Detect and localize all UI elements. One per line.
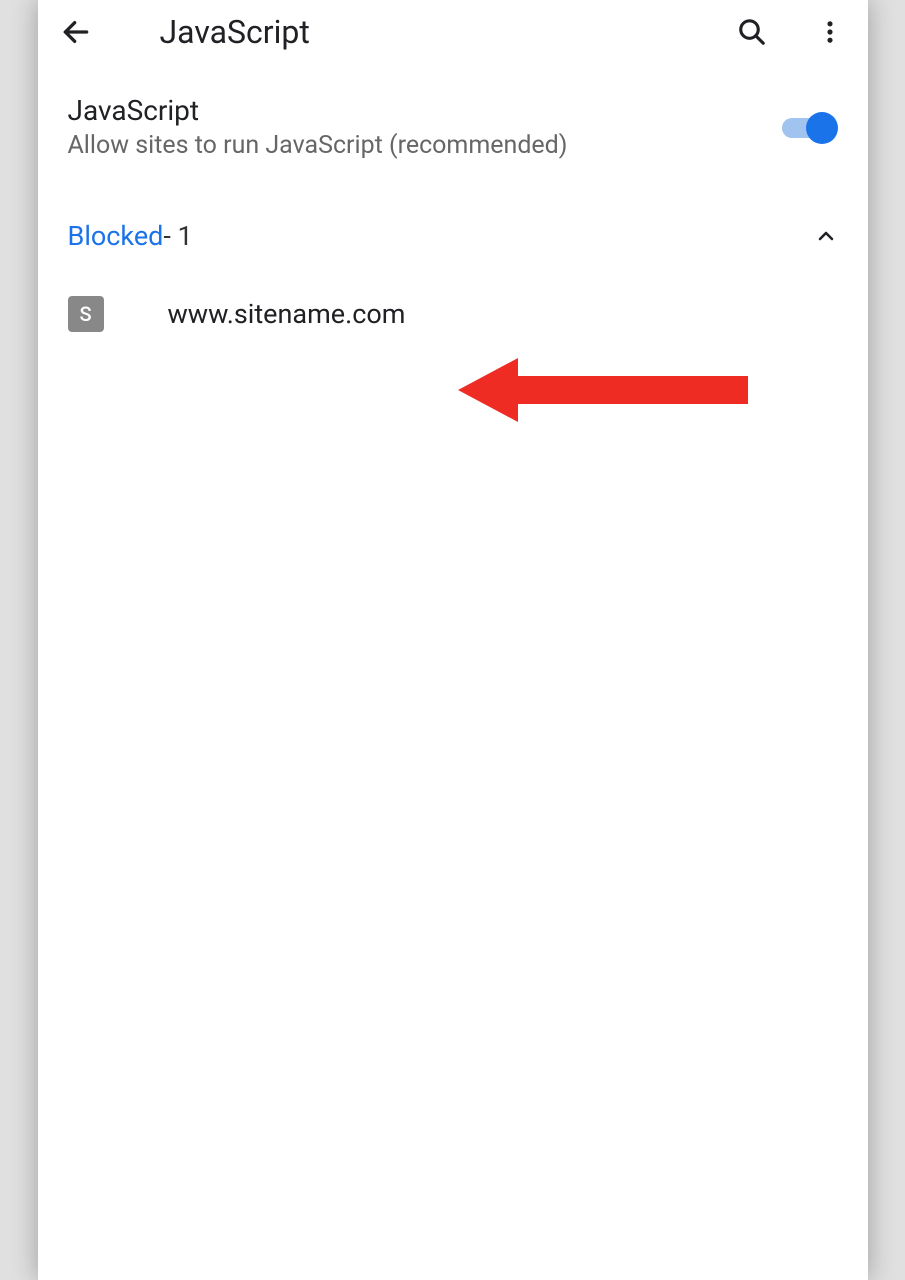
javascript-setting-row[interactable]: JavaScript Allow sites to run JavaScript… — [38, 64, 868, 180]
blocked-section-header[interactable]: Blocked - 1 — [38, 180, 868, 272]
app-header: JavaScript — [38, 0, 868, 64]
annotation-arrow-icon — [458, 350, 758, 430]
site-favicon: S — [68, 296, 104, 332]
javascript-toggle[interactable] — [782, 112, 838, 142]
blocked-site-row[interactable]: S www.sitename.com — [38, 272, 868, 356]
setting-subtitle: Allow sites to run JavaScript (recommend… — [68, 131, 782, 160]
site-url: www.sitename.com — [168, 298, 406, 330]
setting-title: JavaScript — [68, 94, 782, 127]
section-label: Blocked — [68, 220, 164, 252]
section-count: - 1 — [163, 220, 192, 252]
chevron-up-icon — [814, 224, 838, 248]
toggle-thumb — [806, 112, 838, 144]
back-button[interactable] — [58, 14, 94, 50]
page-title: JavaScript — [160, 13, 708, 51]
setting-text-block: JavaScript Allow sites to run JavaScript… — [68, 94, 782, 160]
more-menu-button[interactable] — [812, 14, 848, 50]
search-button[interactable] — [734, 14, 770, 50]
